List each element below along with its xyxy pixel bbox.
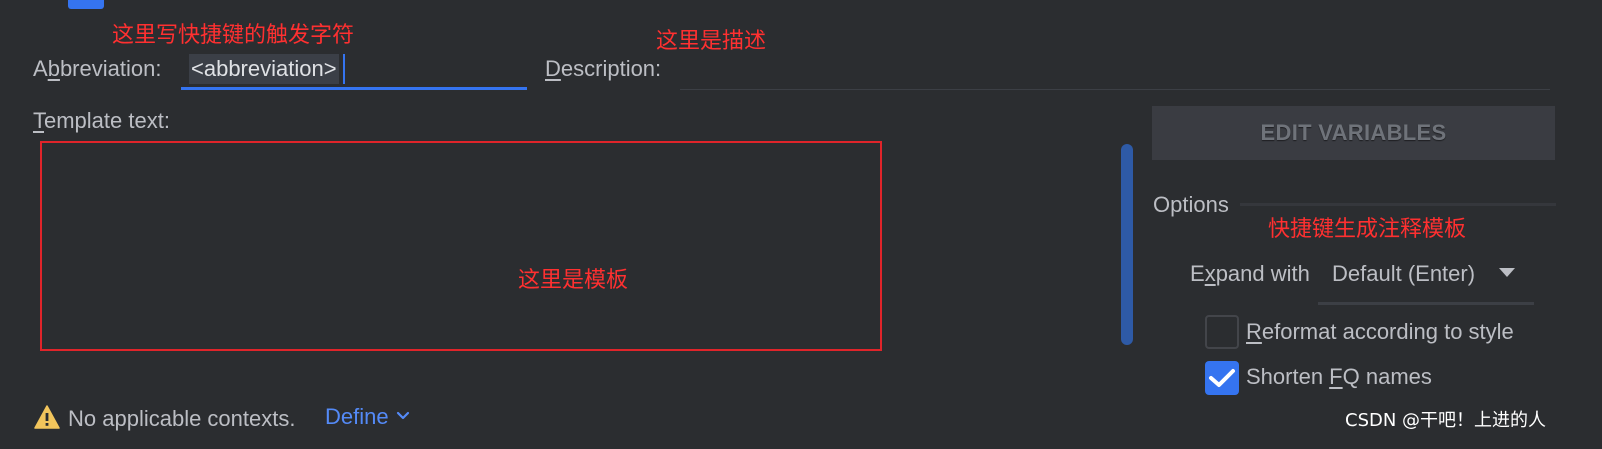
reformat-label[interactable]: Reformat according to style [1246, 319, 1514, 345]
checkmark-icon [1209, 369, 1235, 387]
dropdown-arrow-icon[interactable] [1499, 268, 1515, 277]
vertical-scrollbar[interactable] [1121, 144, 1133, 345]
no-contexts-warning: No applicable contexts. [68, 406, 296, 431]
shorten-fq-checkbox[interactable] [1205, 361, 1239, 395]
description-label: Description: [545, 56, 662, 81]
edit-variables-button[interactable]: EDIT VARIABLES [1152, 106, 1555, 160]
description-input[interactable] [680, 50, 1550, 88]
abbreviation-annotation: 这里写快捷键的触发字符 [112, 23, 355, 48]
abbreviation-focus-underline [181, 87, 527, 90]
top-accent-square [68, 0, 104, 9]
abbreviation-input[interactable]: <abbreviation> [181, 50, 527, 90]
reformat-checkbox[interactable] [1205, 315, 1239, 349]
abbreviation-label: Abbreviation: [33, 56, 162, 81]
warning-icon [34, 405, 60, 434]
expand-with-value: Default (Enter) [1332, 261, 1476, 286]
options-separator [1240, 203, 1556, 206]
options-title: Options [1153, 192, 1229, 217]
define-link[interactable]: Define [325, 404, 389, 430]
template-text-editor[interactable] [40, 141, 882, 351]
expand-select-underline [1318, 302, 1534, 305]
options-annotation: 快捷键生成注释模板 [1268, 217, 1467, 242]
description-underline [680, 89, 1550, 90]
text-caret [343, 54, 345, 84]
shorten-fq-label[interactable]: Shorten FQ names [1246, 364, 1432, 390]
template-text-label: Template text: [33, 108, 170, 133]
chevron-down-icon[interactable] [395, 408, 411, 429]
watermark: CSDN @干吧！上进的人 [1345, 410, 1547, 431]
abbreviation-value: <abbreviation> [189, 54, 339, 84]
expand-with-select[interactable]: Default (Enter) [1318, 255, 1534, 301]
expand-with-label: Expand with [1190, 261, 1310, 286]
